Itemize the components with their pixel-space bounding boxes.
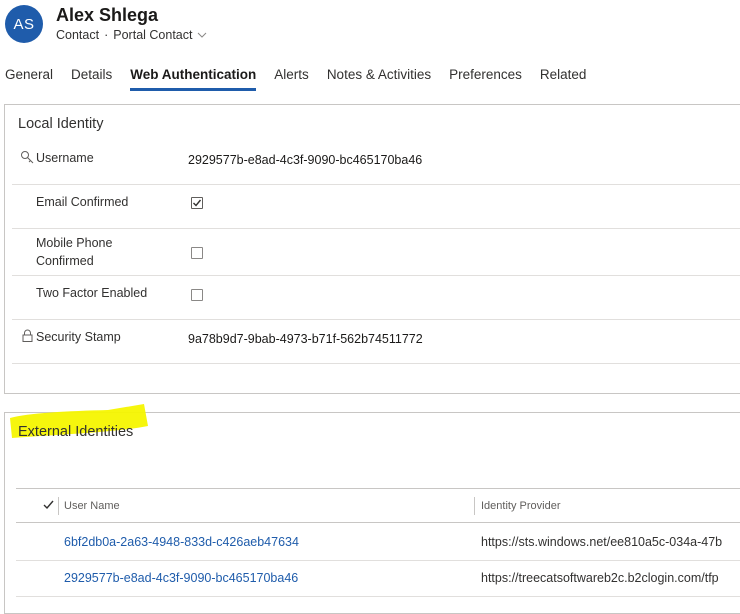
mobile-confirmed-label-line1: Mobile Phone [36, 236, 113, 250]
identity-provider-cell: https://sts.windows.net/ee810a5c-034a-47… [481, 535, 723, 549]
tab-bar: General Details Web Authentication Alert… [0, 66, 599, 94]
username-value[interactable]: 2929577b-e8ad-4c3f-9090-bc465170ba46 [188, 153, 422, 167]
subtitle-separator: · [104, 28, 109, 42]
select-all-check-icon[interactable] [43, 500, 54, 510]
checkmark-icon [193, 199, 202, 207]
column-divider [58, 497, 59, 515]
key-icon [21, 151, 34, 164]
mobile-confirmed-label-line2: Confirmed [36, 254, 94, 268]
user-name-link[interactable]: 6bf2db0a-2a63-4948-833d-c426aeb47634 [64, 535, 299, 549]
grid-top-border [16, 488, 740, 489]
mobile-confirmed-row [12, 228, 740, 276]
column-header-user-name[interactable]: User Name [64, 500, 120, 512]
tab-preferences[interactable]: Preferences [449, 66, 522, 92]
tab-web-authentication[interactable]: Web Authentication [130, 66, 257, 92]
entity-name: Contact [56, 28, 100, 42]
two-factor-label: Two Factor Enabled [36, 286, 148, 300]
column-header-identity-provider[interactable]: Identity Provider [481, 500, 560, 512]
record-subtitle: Contact · Portal Contact [56, 28, 207, 42]
tab-related[interactable]: Related [540, 66, 587, 92]
tab-alerts[interactable]: Alerts [274, 66, 309, 92]
username-label: Username [36, 151, 94, 165]
email-confirmed-label: Email Confirmed [36, 195, 129, 209]
tab-notes-activities[interactable]: Notes & Activities [327, 66, 431, 92]
lock-icon [22, 329, 33, 342]
identity-provider-cell: https://treecatsoftwareb2c.b2clogin.com/… [481, 571, 719, 585]
external-identities-title: External Identities [18, 424, 134, 440]
mobile-confirmed-checkbox[interactable] [191, 247, 203, 259]
local-identity-title: Local Identity [18, 116, 104, 132]
two-factor-checkbox[interactable] [191, 289, 203, 301]
security-stamp-value[interactable]: 9a78b9d7-9bab-4973-b71f-562b74511772 [188, 332, 423, 346]
avatar: AS [5, 5, 43, 43]
tab-details[interactable]: Details [71, 66, 112, 92]
tab-general[interactable]: General [5, 66, 53, 92]
mobile-confirmed-label: Mobile Phone Confirmed [36, 234, 112, 270]
user-name-link[interactable]: 2929577b-e8ad-4c3f-9090-bc465170ba46 [64, 571, 298, 585]
chevron-down-icon[interactable] [197, 30, 207, 40]
column-divider[interactable] [474, 497, 475, 515]
email-confirmed-checkbox[interactable] [191, 197, 203, 209]
record-name: Alex Shlega [56, 5, 159, 25]
form-selector[interactable]: Portal Contact [113, 28, 192, 42]
security-stamp-label: Security Stamp [36, 330, 121, 344]
